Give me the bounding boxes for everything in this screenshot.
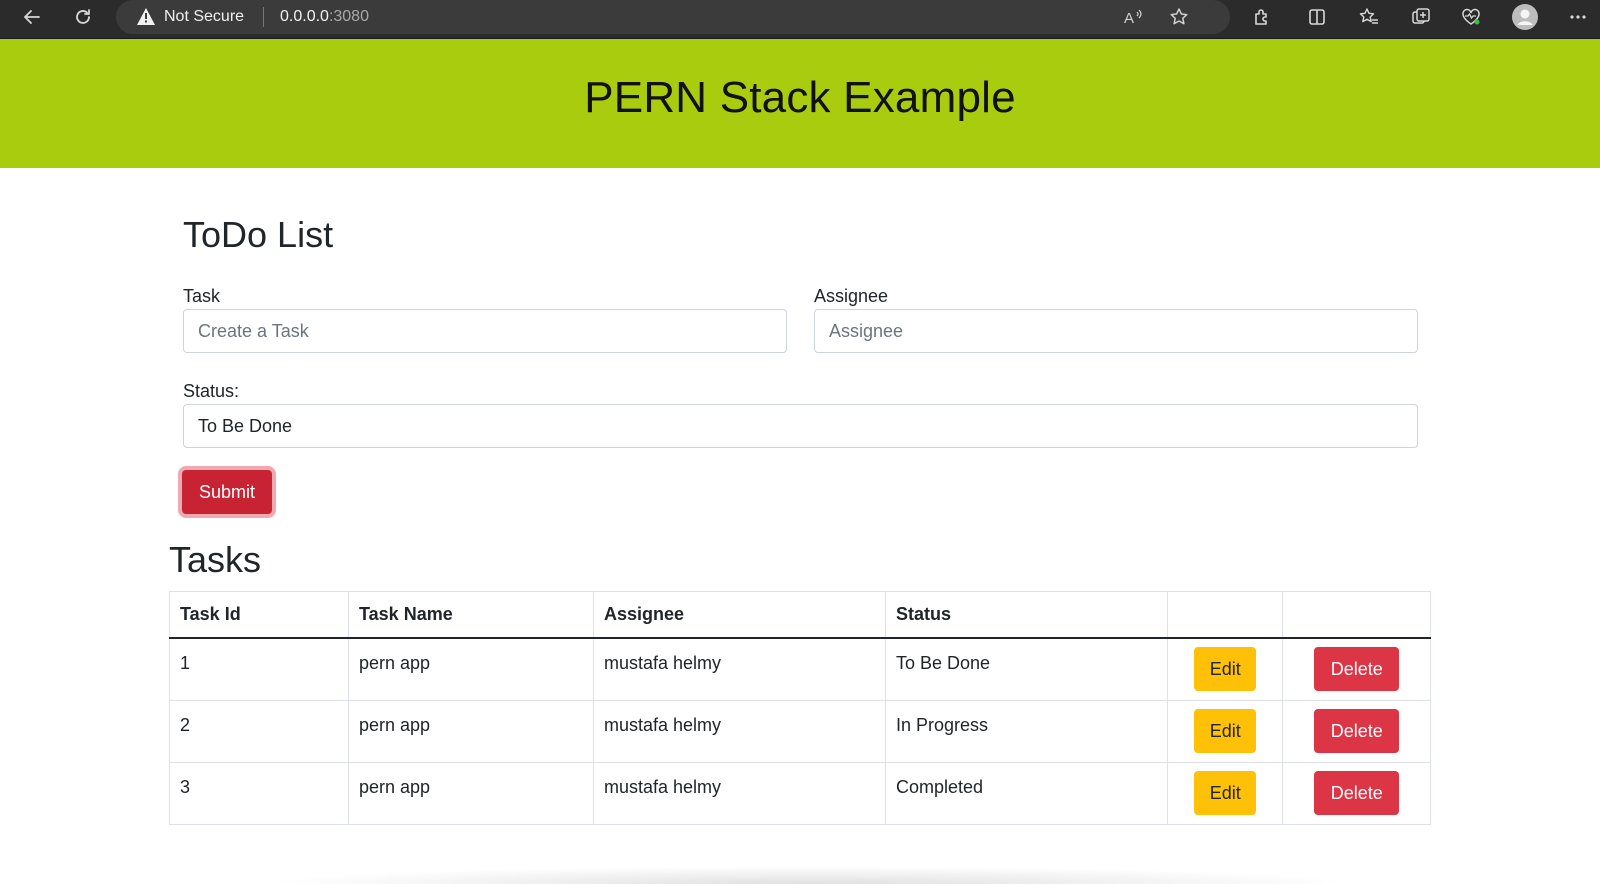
table-row: 2 pern app mustafa helmy In Progress Edi… bbox=[169, 699, 1431, 763]
page-title: PERN Stack Example bbox=[584, 73, 1016, 122]
favorite-star-icon[interactable] bbox=[1162, 0, 1196, 34]
submit-button[interactable]: Submit bbox=[182, 470, 272, 514]
delete-button[interactable]: Delete bbox=[1314, 709, 1400, 753]
delete-cell: Delete bbox=[1282, 699, 1431, 763]
delete-cell: Delete bbox=[1282, 637, 1431, 701]
edit-cell: Edit bbox=[1166, 699, 1284, 763]
warning-icon bbox=[137, 8, 155, 25]
favorites-icon[interactable] bbox=[1352, 0, 1386, 34]
delete-cell: Delete bbox=[1282, 761, 1431, 825]
extensions-icon[interactable] bbox=[1245, 0, 1279, 34]
task-name-cell: pern app bbox=[348, 699, 594, 763]
svg-text:A: A bbox=[1124, 10, 1134, 27]
edit-button[interactable]: Edit bbox=[1194, 771, 1257, 815]
browser-toolbar: Not Secure 0.0.0.0:3080 A bbox=[0, 0, 1600, 39]
url-text[interactable]: 0.0.0.0:3080 bbox=[280, 8, 369, 26]
tasks-heading: Tasks bbox=[169, 539, 262, 580]
edit-button[interactable]: Edit bbox=[1194, 647, 1257, 692]
column-header-delete bbox=[1282, 591, 1431, 639]
column-header-edit bbox=[1166, 591, 1284, 639]
header-banner: PERN Stack Example bbox=[0, 39, 1600, 168]
column-header-task-id: Task Id bbox=[169, 591, 349, 639]
health-icon[interactable] bbox=[1454, 0, 1488, 34]
assignee-input[interactable] bbox=[814, 309, 1418, 353]
page-bottom-shadow bbox=[260, 866, 1360, 884]
task-status-cell: In Progress bbox=[885, 699, 1168, 763]
column-header-assignee: Assignee bbox=[593, 591, 886, 639]
url-host: 0.0.0.0 bbox=[280, 8, 329, 25]
edit-button[interactable]: Edit bbox=[1194, 709, 1257, 753]
task-id-cell: 2 bbox=[169, 699, 349, 763]
task-assignee-cell: mustafa helmy bbox=[593, 699, 886, 763]
table-row: 3 pern app mustafa helmy Completed Edit … bbox=[169, 761, 1431, 825]
task-name-cell: pern app bbox=[348, 637, 594, 701]
status-select[interactable]: To Be Done bbox=[183, 404, 1418, 448]
delete-button[interactable]: Delete bbox=[1314, 771, 1400, 815]
task-input[interactable] bbox=[183, 309, 787, 353]
task-name-cell: pern app bbox=[348, 761, 594, 825]
task-assignee-cell: mustafa helmy bbox=[593, 761, 886, 825]
collections-icon[interactable] bbox=[1404, 0, 1438, 34]
split-screen-icon[interactable] bbox=[1300, 0, 1334, 34]
column-header-task-name: Task Name bbox=[348, 591, 594, 639]
task-id-cell: 3 bbox=[169, 761, 349, 825]
task-label: Task bbox=[183, 286, 221, 306]
column-header-status: Status bbox=[885, 591, 1168, 639]
status-label: Status: bbox=[183, 381, 240, 401]
task-id-cell: 1 bbox=[169, 637, 349, 701]
address-bar[interactable]: Not Secure 0.0.0.0:3080 A bbox=[116, 0, 1230, 34]
profile-avatar-icon[interactable] bbox=[1508, 0, 1542, 34]
edit-cell: Edit bbox=[1166, 761, 1284, 825]
tasks-table: Task Id Task Name Assignee Status 1 pern… bbox=[169, 591, 1431, 825]
table-row: 1 pern app mustafa helmy To Be Done Edit… bbox=[169, 637, 1431, 701]
edit-cell: Edit bbox=[1166, 637, 1284, 701]
task-status-cell: Completed bbox=[885, 761, 1168, 825]
more-icon[interactable] bbox=[1561, 0, 1595, 34]
delete-button[interactable]: Delete bbox=[1314, 647, 1400, 692]
table-header-row: Task Id Task Name Assignee Status bbox=[169, 591, 1431, 639]
url-port: :3080 bbox=[328, 8, 369, 25]
reload-icon[interactable] bbox=[66, 0, 100, 34]
read-aloud-icon[interactable]: A bbox=[1116, 0, 1150, 34]
assignee-label: Assignee bbox=[814, 286, 889, 306]
address-separator bbox=[263, 7, 264, 27]
task-assignee-cell: mustafa helmy bbox=[593, 637, 886, 701]
todo-heading: ToDo List bbox=[183, 214, 334, 255]
back-icon[interactable] bbox=[15, 0, 49, 34]
task-status-cell: To Be Done bbox=[885, 637, 1168, 701]
security-label[interactable]: Not Secure bbox=[164, 8, 244, 26]
status-selected-value: To Be Done bbox=[198, 416, 293, 436]
